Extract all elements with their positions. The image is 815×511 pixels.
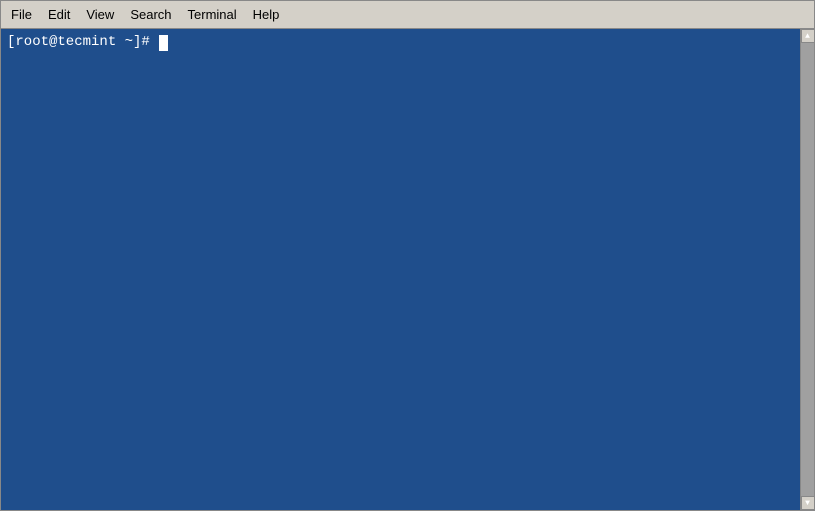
- scrollbar[interactable]: ▲ ▼: [800, 29, 814, 510]
- menu-edit[interactable]: Edit: [40, 4, 78, 25]
- menu-terminal[interactable]: Terminal: [180, 4, 245, 25]
- terminal-cursor: [159, 35, 168, 51]
- prompt-text: [root@tecmint ~]#: [7, 33, 158, 53]
- scrollbar-down-button[interactable]: ▼: [801, 496, 815, 510]
- menu-file[interactable]: File: [3, 4, 40, 25]
- terminal-body[interactable]: [root@tecmint ~]# ▲ ▼: [1, 29, 814, 510]
- menu-view[interactable]: View: [78, 4, 122, 25]
- menu-help[interactable]: Help: [245, 4, 288, 25]
- menu-search[interactable]: Search: [122, 4, 179, 25]
- scrollbar-up-button[interactable]: ▲: [801, 29, 815, 43]
- terminal-window: File Edit View Search Terminal Help [roo…: [0, 0, 815, 511]
- scrollbar-track[interactable]: [801, 43, 815, 496]
- menubar: File Edit View Search Terminal Help: [1, 1, 814, 29]
- prompt-line: [root@tecmint ~]#: [7, 33, 808, 53]
